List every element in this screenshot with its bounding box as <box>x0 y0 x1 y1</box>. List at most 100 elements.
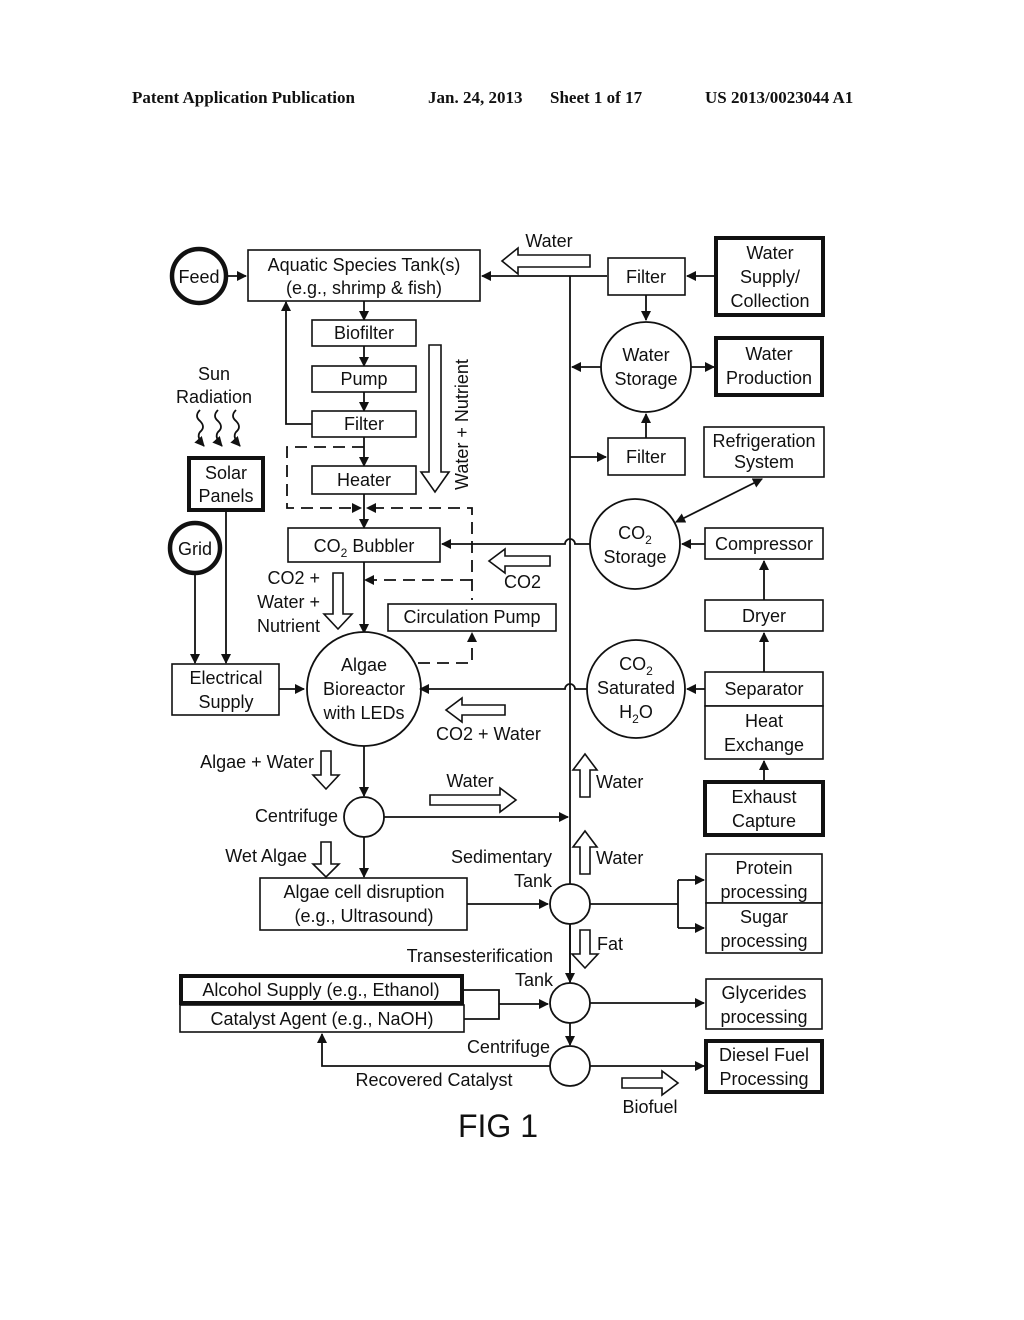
filter-mid-node: Filter <box>607 437 686 476</box>
water-top-label: Water <box>525 231 572 251</box>
water-production-label-1: Water <box>745 344 792 364</box>
water-centrifuge-label: Water <box>446 771 493 791</box>
protein-processing-node: Protein processing <box>705 853 823 904</box>
refrigeration-node: Refrigeration System <box>703 426 825 478</box>
protein-label-1: Protein <box>735 858 792 878</box>
water-production-node: Water Production <box>714 336 824 397</box>
alcohol-supply-label: Alcohol Supply (e.g., Ethanol) <box>202 980 439 1000</box>
water-up-2-label: Water <box>596 848 643 868</box>
water-top-hollow-arrow <box>500 246 591 276</box>
glycerides-label-2: processing <box>720 1007 807 1027</box>
biofilter-label: Biofilter <box>334 323 394 343</box>
circulation-pump-node: Circulation Pump <box>387 603 557 632</box>
solar-label-2: Panels <box>198 486 253 506</box>
co2-flow: CO2 <box>487 547 551 592</box>
algae-disruption-node: Algae cell disruption (e.g., Ultrasound) <box>259 877 468 931</box>
filter-top-label: Filter <box>626 267 666 287</box>
heater-node: Heater <box>311 465 417 495</box>
fat-hollow-arrow <box>570 929 600 970</box>
circulation-pump-label: Circulation Pump <box>403 607 540 627</box>
grid-node: Grid <box>167 520 223 576</box>
refrigeration-label-1: Refrigeration <box>712 431 815 451</box>
water-up-1-label: Water <box>596 772 643 792</box>
bioreactor-to-circulation-dashed <box>418 640 473 664</box>
biofuel-label: Biofuel <box>622 1097 677 1117</box>
circulation-arrow-head <box>467 632 477 642</box>
glycerides-label-1: Glycerides <box>721 983 806 1003</box>
refrigeration-co2-arrow <box>675 478 763 523</box>
aquatic-tank-label-2: (e.g., shrimp & fish) <box>286 278 442 298</box>
biofuel-flow: Biofuel <box>621 1069 680 1117</box>
process-diagram: Feed Aquatic Species Tank(s) (e.g., shri… <box>167 231 825 1144</box>
separator-label: Separator <box>724 679 803 699</box>
filter-left-label: Filter <box>344 414 384 434</box>
diesel-fuel-node: Diesel Fuel Processing <box>704 1039 824 1094</box>
co2-storage-node: CO2 Storage <box>589 498 681 590</box>
compressor-node: Compressor <box>704 527 824 560</box>
saturated-to-bioreactor-arrow <box>419 683 588 694</box>
fat-flow: Fat <box>570 929 623 970</box>
aquatic-tank-node: Aquatic Species Tank(s) (e.g., shrimp & … <box>247 249 481 302</box>
centrifuge-2-label: Centrifuge <box>467 1037 550 1057</box>
co2-water-hollow-arrow <box>444 696 506 724</box>
glycerides-processing-node: Glycerides processing <box>705 978 823 1030</box>
protein-label-2: processing <box>720 882 807 902</box>
feed-node: Feed <box>169 246 229 306</box>
co2-water-nutrient-label-3: Nutrient <box>257 616 320 636</box>
co2-water-nutrient-hollow-arrow <box>322 572 354 631</box>
co2-water-nutrient-flow: CO2 + Water + Nutrient <box>257 568 354 636</box>
heat-exchange-node: Heat Exchange <box>704 705 824 760</box>
water-up-2-flow: Water <box>571 829 643 875</box>
pump-node: Pump <box>311 365 417 393</box>
diesel-label-1: Diesel Fuel <box>719 1045 809 1065</box>
radiation-wave-1 <box>194 409 205 447</box>
solar-panels-node: Solar Panels <box>187 456 265 512</box>
water-centrifuge-flow: Water <box>429 771 518 814</box>
algae-water-label: Algae + Water <box>200 752 314 772</box>
alcohol-supply-node: Alcohol Supply (e.g., Ethanol) <box>179 974 464 1005</box>
heat-exchange-label-2: Exchange <box>724 735 804 755</box>
electrical-label-2: Supply <box>198 692 253 712</box>
water-production-label-2: Production <box>726 368 812 388</box>
sun-radiation: Sun Radiation <box>176 364 252 447</box>
exhaust-label-1: Exhaust <box>731 787 796 807</box>
co2-saturated-label-2: Saturated <box>597 678 675 698</box>
radiation-wave-3 <box>230 409 241 447</box>
radiation-wave-2 <box>212 409 223 447</box>
figure-label: FIG 1 <box>458 1108 538 1144</box>
dashed-arrow-head <box>364 575 374 585</box>
water-supply-label-2: Supply/ <box>740 267 800 287</box>
refrigeration-label-2: System <box>734 452 794 472</box>
bioreactor-label-3: with LEDs <box>322 703 404 723</box>
diesel-label-2: Processing <box>719 1069 808 1089</box>
electrical-supply-node: Electrical Supply <box>171 663 280 716</box>
co2-bubbler-node: CO2 Bubbler <box>287 527 441 563</box>
co2-to-bubbler-arrow <box>441 538 590 549</box>
grid-label: Grid <box>178 539 212 559</box>
separator-node: Separator <box>704 671 824 707</box>
co2-storage-label-2: Storage <box>603 547 666 567</box>
water-supply-node: Water Supply/ Collection <box>714 236 825 317</box>
bypass-arrow-head-left <box>352 503 362 513</box>
sugar-label-1: Sugar <box>740 907 788 927</box>
co2-water-flow: CO2 + Water <box>436 696 541 744</box>
filter-mid-label: Filter <box>626 447 666 467</box>
radiation-label: Radiation <box>176 387 252 407</box>
aquatic-tank-label-1: Aquatic Species Tank(s) <box>268 255 461 275</box>
biofuel-hollow-arrow <box>621 1069 680 1097</box>
sedimentary-label-2: Tank <box>514 871 553 891</box>
pump-label: Pump <box>340 369 387 389</box>
catalyst-agent-node: Catalyst Agent (e.g., NaOH) <box>179 1004 465 1033</box>
sugar-label-2: processing <box>720 931 807 951</box>
dryer-node: Dryer <box>704 599 824 632</box>
dryer-label: Dryer <box>742 606 786 626</box>
electrical-label-1: Electrical <box>189 668 262 688</box>
co2-saturated-node: CO2 Saturated H2O <box>586 639 686 739</box>
water-supply-label-3: Collection <box>730 291 809 311</box>
sedimentary-label-1: Sedimentary <box>451 847 552 867</box>
trans-label-2: Tank <box>515 970 554 990</box>
disruption-label-2: (e.g., Ultrasound) <box>294 906 433 926</box>
wet-algae-label: Wet Algae <box>225 846 307 866</box>
co2-label: CO2 <box>504 572 541 592</box>
filter-left-node: Filter <box>311 410 417 438</box>
